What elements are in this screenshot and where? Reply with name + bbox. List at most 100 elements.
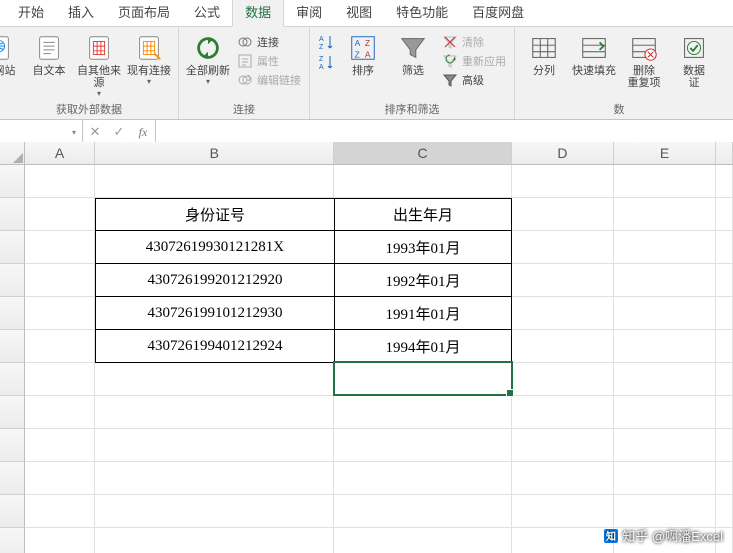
refresh-all-button[interactable]: 全部刷新▾ xyxy=(185,29,231,86)
cell-r10-c2[interactable] xyxy=(334,495,512,528)
cell-r5-c5[interactable] xyxy=(716,330,733,363)
cell-r3-c2[interactable]: 1992年01月 xyxy=(335,264,512,297)
cell-r5-c0[interactable] xyxy=(25,330,95,363)
tab-1[interactable]: 插入 xyxy=(56,0,106,26)
row-header-4[interactable] xyxy=(0,264,25,297)
cell-r0-c5[interactable] xyxy=(716,165,733,198)
col-header-E[interactable]: E xyxy=(614,142,716,164)
col-header-B[interactable]: B xyxy=(95,142,334,164)
cell-r8-c3[interactable] xyxy=(512,429,614,462)
cell-r5-c1[interactable]: 430726199401212924 xyxy=(95,330,335,363)
conn-item-0[interactable]: 连接 xyxy=(235,33,303,51)
cell-r1-c3[interactable] xyxy=(512,198,614,231)
row-header-7[interactable] xyxy=(0,363,25,396)
cell-r0-c0[interactable] xyxy=(25,165,95,198)
cell-r9-c4[interactable] xyxy=(614,462,716,495)
cell-r2-c5[interactable] xyxy=(716,231,733,264)
filter-button[interactable]: 筛选 xyxy=(390,29,436,77)
cell-r0-c1[interactable] xyxy=(95,165,334,198)
row-header-8[interactable] xyxy=(0,396,25,429)
data-tool-0[interactable]: 分列 xyxy=(521,29,567,77)
cell-r11-c0[interactable] xyxy=(25,528,95,553)
cell-r5-c3[interactable] xyxy=(512,330,614,363)
cell-r5-c2[interactable]: 1994年01月 xyxy=(335,330,512,363)
cell-r4-c4[interactable] xyxy=(614,297,716,330)
cell-r11-c3[interactable] xyxy=(512,528,614,553)
row-header-11[interactable] xyxy=(0,495,25,528)
cell-r6-c5[interactable] xyxy=(716,363,733,396)
cell-r3-c4[interactable] xyxy=(614,264,716,297)
cell-r8-c1[interactable] xyxy=(95,429,334,462)
cell-r9-c0[interactable] xyxy=(25,462,95,495)
cell-r3-c0[interactable] xyxy=(25,264,95,297)
cell-r0-c3[interactable] xyxy=(512,165,614,198)
confirm-icon[interactable]: ✓ xyxy=(107,124,131,140)
cell-r8-c0[interactable] xyxy=(25,429,95,462)
tab-8[interactable]: 百度网盘 xyxy=(460,0,536,26)
tab-4[interactable]: 数据 xyxy=(232,0,284,27)
cell-r3-c1[interactable]: 430726199201212920 xyxy=(95,264,335,297)
sort-desc-button[interactable]: ZA xyxy=(316,53,336,71)
tab-3[interactable]: 公式 xyxy=(182,0,232,26)
cell-r10-c1[interactable] xyxy=(95,495,334,528)
cell-r10-c4[interactable] xyxy=(614,495,716,528)
tab-2[interactable]: 页面布局 xyxy=(106,0,182,26)
cell-r10-c5[interactable] xyxy=(716,495,733,528)
cell-r7-c3[interactable] xyxy=(512,396,614,429)
cell-r9-c2[interactable] xyxy=(334,462,512,495)
cell-r2-c4[interactable] xyxy=(614,231,716,264)
cell-r8-c4[interactable] xyxy=(614,429,716,462)
col-header-C[interactable]: C xyxy=(334,142,512,164)
cell-r6-c2[interactable] xyxy=(334,363,512,396)
cell-r9-c1[interactable] xyxy=(95,462,334,495)
cell-r8-c2[interactable] xyxy=(334,429,512,462)
cell-r4-c5[interactable] xyxy=(716,297,733,330)
cell-r7-c2[interactable] xyxy=(334,396,512,429)
cancel-icon[interactable]: ✕ xyxy=(83,124,107,140)
ext-data-btn-1[interactable]: 自文本 xyxy=(26,29,72,77)
row-header-10[interactable] xyxy=(0,462,25,495)
name-box[interactable]: ▾ xyxy=(0,120,83,144)
sort-asc-button[interactable]: AZ xyxy=(316,33,336,51)
ext-data-btn-2[interactable]: 自其他来源▾ xyxy=(76,29,122,98)
cell-r2-c3[interactable] xyxy=(512,231,614,264)
row-header-9[interactable] xyxy=(0,429,25,462)
cell-r8-c5[interactable] xyxy=(716,429,733,462)
cell-r6-c1[interactable] xyxy=(95,363,334,396)
cell-r7-c4[interactable] xyxy=(614,396,716,429)
data-tool-2[interactable]: 删除重复项 xyxy=(621,29,667,89)
col-header-D[interactable]: D xyxy=(512,142,614,164)
sort-button[interactable]: AZZA 排序 xyxy=(340,29,386,77)
row-header-6[interactable] xyxy=(0,330,25,363)
row-header-1[interactable] xyxy=(0,165,25,198)
row-header-5[interactable] xyxy=(0,297,25,330)
tab-7[interactable]: 特色功能 xyxy=(384,0,460,26)
cell-r0-c4[interactable] xyxy=(614,165,716,198)
cell-r6-c4[interactable] xyxy=(614,363,716,396)
cell-r6-c0[interactable] xyxy=(25,363,95,396)
cell-r0-c2[interactable] xyxy=(334,165,512,198)
data-tool-1[interactable]: 快速填充 xyxy=(571,29,617,77)
cell-r3-c5[interactable] xyxy=(716,264,733,297)
cell-r10-c3[interactable] xyxy=(512,495,614,528)
cell-r7-c1[interactable] xyxy=(95,396,334,429)
col-header-extra[interactable] xyxy=(716,142,733,164)
cell-r4-c1[interactable]: 430726199101212930 xyxy=(95,297,335,330)
data-tool-3[interactable]: 数据证 xyxy=(671,29,717,89)
cell-r7-c5[interactable] xyxy=(716,396,733,429)
ext-data-btn-3[interactable]: 现有连接▾ xyxy=(126,29,172,86)
cell-r11-c2[interactable] xyxy=(334,528,512,553)
filter-adv-2[interactable]: 高级 xyxy=(440,71,508,89)
cell-r3-c3[interactable] xyxy=(512,264,614,297)
cell-r2-c2[interactable]: 1993年01月 xyxy=(335,231,512,264)
row-header-2[interactable] xyxy=(0,198,25,231)
cell-r2-c1[interactable]: 43072619930121281X xyxy=(95,231,335,264)
select-all-corner[interactable] xyxy=(0,142,25,164)
cell-r10-c0[interactable] xyxy=(25,495,95,528)
cell-r11-c1[interactable] xyxy=(95,528,334,553)
cell-r5-c4[interactable] xyxy=(614,330,716,363)
col-header-A[interactable]: A xyxy=(25,142,95,164)
row-header-12[interactable] xyxy=(0,528,25,553)
cell-r6-c3[interactable] xyxy=(512,363,614,396)
cell-r7-c0[interactable] xyxy=(25,396,95,429)
